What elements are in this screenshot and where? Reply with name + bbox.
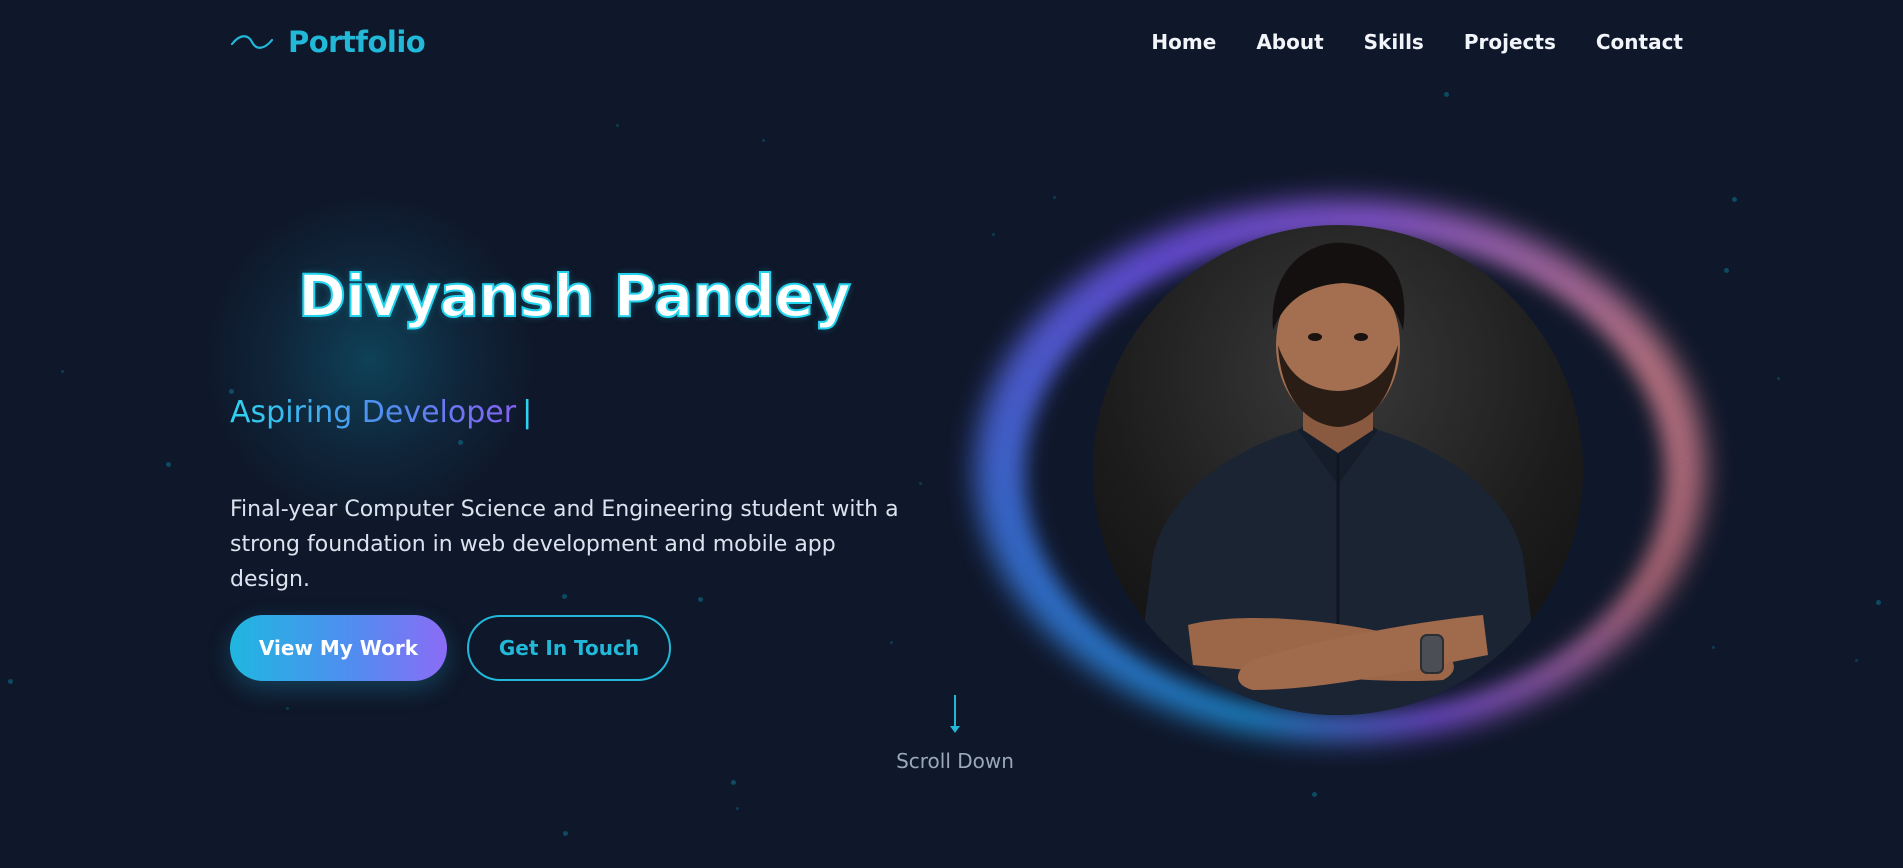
particle	[736, 807, 739, 810]
arrow-down-icon	[948, 693, 962, 735]
particle	[698, 597, 703, 602]
particle	[1312, 792, 1317, 797]
particle	[166, 462, 171, 467]
particle	[8, 679, 13, 684]
profile-photo	[1093, 225, 1583, 715]
portfolio-page: Portfolio Home About Skills Projects Con…	[0, 0, 1903, 868]
particle	[992, 233, 995, 236]
particle	[286, 707, 289, 710]
particle	[731, 780, 736, 785]
brand-name: Portfolio	[288, 25, 426, 59]
particle	[1777, 377, 1780, 380]
particle	[1855, 659, 1858, 662]
nav-link-contact[interactable]: Contact	[1596, 30, 1683, 54]
particle	[1876, 600, 1881, 605]
particle	[616, 124, 619, 127]
hero-name: Divyansh Pandey	[297, 261, 852, 331]
particle	[1732, 197, 1737, 202]
particle	[563, 831, 568, 836]
hero-role-text: Aspiring Developer	[230, 395, 517, 430]
scroll-down-indicator[interactable]: Scroll Down	[870, 693, 1040, 773]
hero-role: Aspiring Developer |	[230, 395, 532, 430]
hero-description: Final-year Computer Science and Engineer…	[230, 497, 899, 592]
typing-caret: |	[522, 395, 533, 430]
nav-link-skills[interactable]: Skills	[1364, 30, 1424, 54]
nav-link-home[interactable]: Home	[1151, 30, 1216, 54]
particle	[61, 370, 64, 373]
particle	[762, 139, 765, 142]
particle	[1053, 196, 1056, 199]
particle	[1444, 92, 1449, 97]
nav-menu: Home About Skills Projects Contact	[1151, 30, 1683, 54]
nav-link-about[interactable]: About	[1256, 30, 1323, 54]
view-my-work-button[interactable]: View My Work	[230, 615, 447, 681]
nav-link-projects[interactable]: Projects	[1464, 30, 1556, 54]
particle	[890, 641, 893, 644]
navbar: Portfolio Home About Skills Projects Con…	[230, 18, 1683, 66]
wave-icon	[230, 32, 274, 52]
particle	[1712, 646, 1715, 649]
scroll-down-label: Scroll Down	[896, 749, 1014, 773]
particle	[919, 482, 922, 485]
brand-logo[interactable]: Portfolio	[230, 25, 426, 59]
name-glow	[200, 190, 540, 530]
get-in-touch-button[interactable]: Get In Touch	[467, 615, 671, 681]
particle	[1724, 268, 1729, 273]
